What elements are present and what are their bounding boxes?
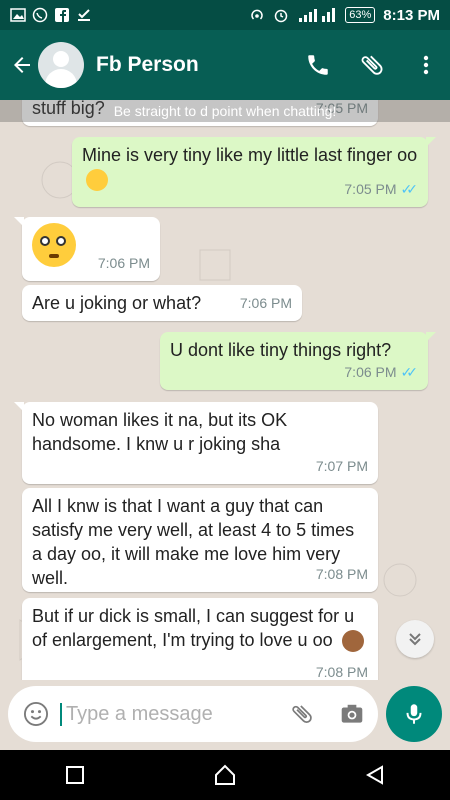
message-text: U dont like tiny things right? [170, 340, 392, 360]
download-done-icon [78, 9, 90, 21]
attach-button[interactable] [348, 41, 396, 89]
compose-box [8, 686, 378, 742]
attach-file-button[interactable] [284, 696, 320, 732]
paperclip-icon [292, 705, 312, 724]
call-button[interactable] [294, 41, 342, 89]
status-bar: 63% 8:13 PM [0, 0, 450, 30]
double-chevron-down-icon [409, 633, 421, 646]
smiley-icon [23, 701, 49, 727]
message-time: 7:07 PM [315, 458, 368, 474]
notification-icons [10, 7, 92, 23]
alarm-icon [275, 9, 288, 23]
flushed-face-icon [32, 223, 76, 267]
read-ticks-icon: ✓✓ [400, 181, 419, 197]
camera-button[interactable] [334, 696, 370, 732]
message-time: 7:06 PM [97, 255, 150, 271]
avatar-head [53, 51, 69, 67]
message-time: 7:08 PM [315, 566, 368, 582]
emoji-button[interactable] [18, 696, 54, 732]
clock: 8:13 PM [383, 6, 440, 24]
home-button[interactable] [213, 763, 237, 787]
camera-icon [341, 704, 363, 723]
see-no-evil-monkey-icon [341, 630, 364, 653]
chat-header: Fb Person [0, 30, 450, 100]
arrow-left-icon [14, 57, 30, 73]
chat-banner: Be straight to d point when chatting! [0, 100, 450, 122]
hotspot-icon [251, 9, 263, 20]
paperclip-icon [361, 55, 383, 75]
message-bubble-incoming[interactable]: 7:06 PM [14, 217, 160, 281]
signal-icon [299, 8, 336, 22]
message-time: 7:05 PM [344, 181, 397, 197]
message-time: 7:08 PM [315, 664, 368, 680]
message-bubble-incoming[interactable]: But if ur dick is small, I can suggest f… [22, 598, 378, 680]
whatsapp-icon [32, 7, 48, 23]
menu-button[interactable] [402, 41, 450, 89]
avatar-body [45, 69, 77, 88]
message-text: All I knw is that I want a guy that can … [32, 496, 355, 588]
scroll-to-bottom-button[interactable] [396, 620, 434, 658]
avatar[interactable] [38, 42, 84, 88]
back-nav-button[interactable] [364, 764, 386, 786]
message-input[interactable] [60, 702, 270, 726]
chat-area[interactable]: Be straight to d point when chatting! st… [0, 100, 450, 680]
message-text: But if ur dick is small, I can suggest f… [32, 606, 355, 650]
message-bubble-incoming[interactable]: All I knw is that I want a guy that can … [22, 488, 378, 592]
battery-indicator: 63% [345, 7, 376, 23]
message-bubble-outgoing[interactable]: Mine is very tiny like my little last fi… [72, 137, 436, 207]
message-bubble-incoming[interactable]: No woman likes it na, but its OK handsom… [14, 402, 378, 484]
message-meta: 7:06 PM ✓✓ [344, 360, 418, 384]
message-time: 7:06 PM [344, 364, 397, 380]
phone-icon [308, 55, 328, 75]
message-text: Are u joking or what? [32, 293, 202, 313]
contact-name[interactable]: Fb Person [96, 53, 288, 77]
system-nav-bar [0, 750, 450, 800]
more-vert-icon [423, 55, 429, 75]
recent-apps-button[interactable] [64, 764, 86, 786]
message-time: 7:06 PM [239, 295, 292, 311]
microphone-icon [406, 704, 422, 724]
input-bar [0, 680, 450, 750]
message-bubble-incoming[interactable]: Are u joking or what? 7:06 PM [22, 285, 302, 321]
message-text: Mine is very tiny like my little last fi… [82, 145, 418, 165]
back-button[interactable] [4, 47, 40, 83]
message-text: No woman likes it na, but its OK handsom… [32, 410, 288, 454]
facebook-icon [55, 8, 69, 22]
system-status: 63% 8:13 PM [249, 7, 440, 24]
voice-message-button[interactable] [386, 686, 442, 742]
gallery-icon [10, 8, 26, 22]
read-ticks-icon: ✓✓ [400, 364, 419, 380]
message-meta: 7:05 PM ✓✓ [344, 177, 418, 201]
crying-face-icon [86, 169, 108, 192]
message-bubble-outgoing[interactable]: U dont like tiny things right? 7:06 PM ✓… [160, 332, 436, 390]
